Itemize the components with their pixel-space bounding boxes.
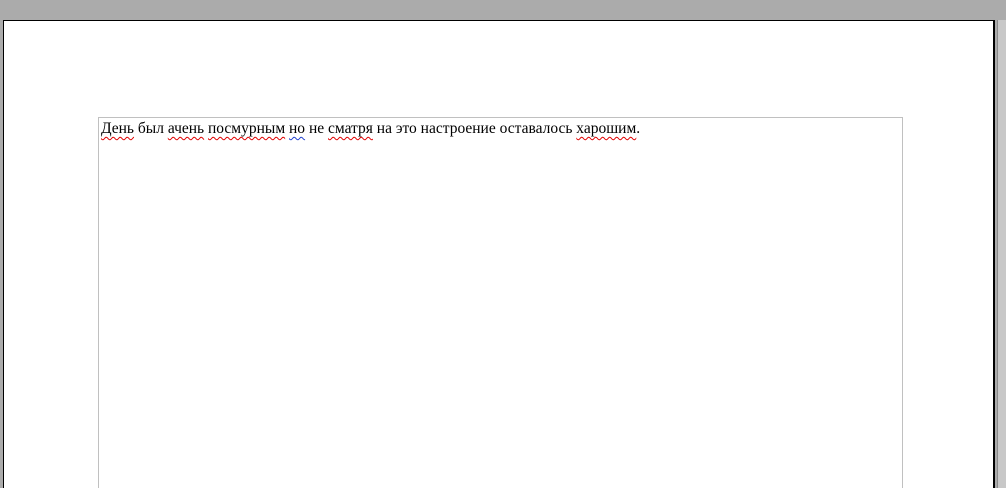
document-paragraph[interactable]: День был ачень посмурным но не сматря на… <box>101 120 640 138</box>
text-area-boundary: День был ачень посмурным но не сматря на… <box>98 117 903 488</box>
misspelled-word[interactable]: сматря <box>328 120 373 137</box>
document-workspace: День был ачень посмурным но не сматря на… <box>0 0 1006 488</box>
misspelled-word[interactable]: посмурным <box>208 120 285 137</box>
misspelled-word[interactable]: харошим <box>576 120 636 137</box>
grammar-flagged-word[interactable]: но <box>289 120 305 137</box>
document-page[interactable]: День был ачень посмурным но не сматря на… <box>3 20 995 488</box>
vertical-scrollbar-edge[interactable] <box>997 20 1006 488</box>
text-run: был <box>134 120 168 137</box>
text-run: . <box>636 120 641 137</box>
misspelled-word[interactable]: ачень <box>168 120 204 137</box>
text-run: на это настроение оставалось <box>372 120 577 137</box>
misspelled-word[interactable]: День <box>101 120 134 137</box>
text-run: не <box>305 120 328 137</box>
